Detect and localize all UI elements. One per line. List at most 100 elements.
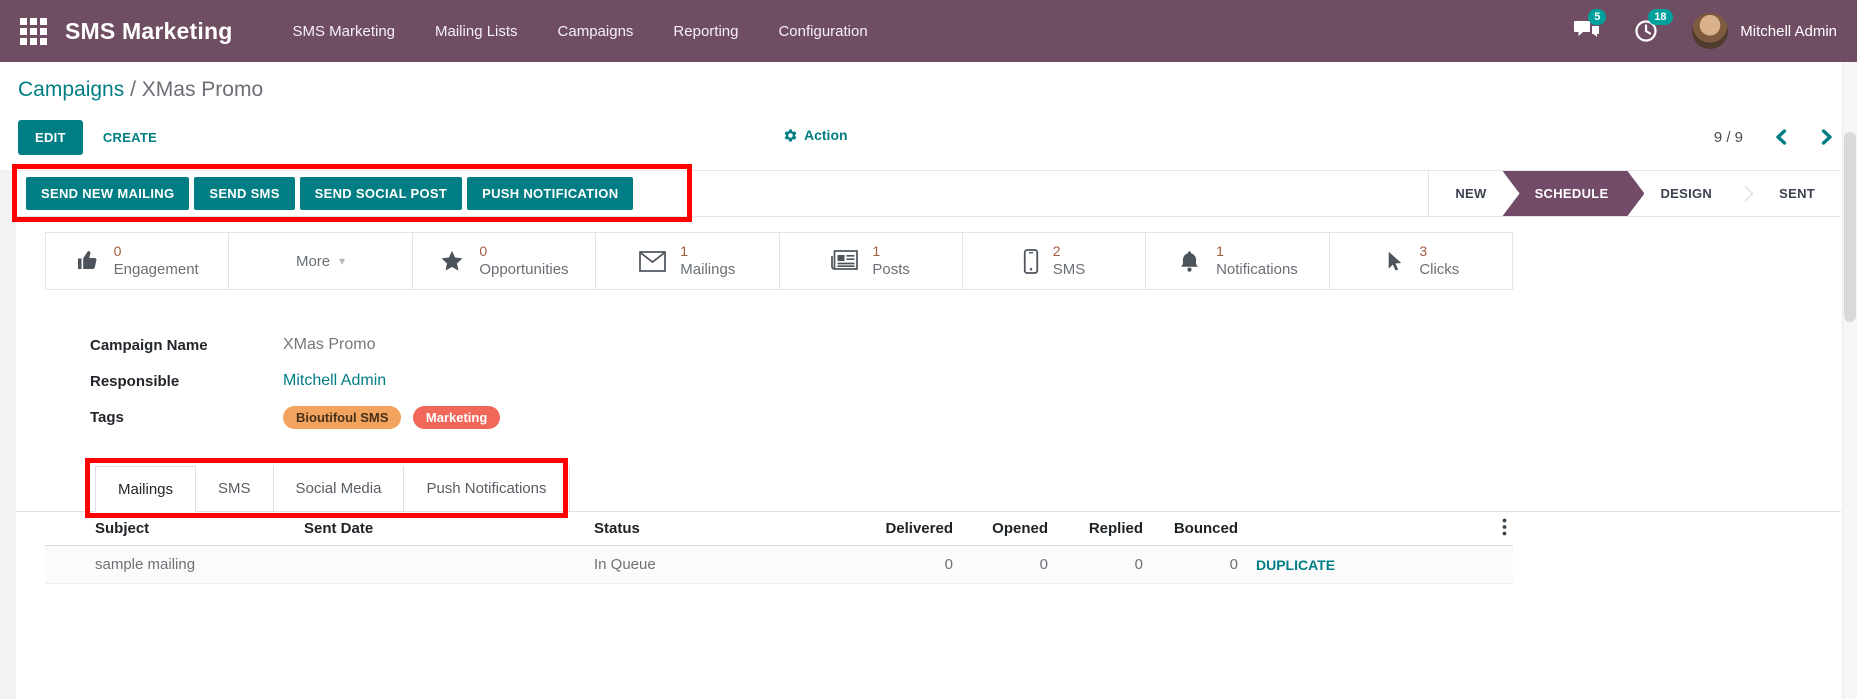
nav-item-mailing-lists[interactable]: Mailing Lists xyxy=(415,23,538,40)
more-label: More xyxy=(296,253,330,270)
stat-value: 0 xyxy=(479,242,568,260)
send-social-post-button[interactable]: SEND SOCIAL POST xyxy=(300,177,462,210)
table-row-sample-mailing[interactable]: sample mailing In Queue 0 0 0 0 DUPLICAT… xyxy=(45,546,1513,584)
stat-label: Engagement xyxy=(114,260,199,280)
tab-sms[interactable]: SMS xyxy=(196,466,274,512)
user-menu[interactable]: Mitchell Admin xyxy=(1692,13,1837,49)
nav-item-campaigns[interactable]: Campaigns xyxy=(538,23,654,40)
stat-label: Opportunities xyxy=(479,260,568,280)
action-label: Action xyxy=(804,127,848,143)
stat-button-row: 0Engagement More ▾ 0Opportunities 1Maili… xyxy=(45,232,1513,290)
cell-delivered: 0 xyxy=(820,556,957,573)
statusbar-action-buttons: SEND NEW MAILING SEND SMS SEND SOCIAL PO… xyxy=(16,177,633,210)
pager: 9 / 9 xyxy=(1714,128,1835,146)
responsible-value-link[interactable]: Mitchell Admin xyxy=(283,372,386,390)
send-sms-button[interactable]: SEND SMS xyxy=(194,177,294,210)
header-replied[interactable]: Replied xyxy=(1052,520,1147,537)
app-title[interactable]: SMS Marketing xyxy=(65,18,232,45)
optional-columns-icon[interactable] xyxy=(1400,518,1513,540)
activities-clock-icon[interactable]: 18 xyxy=(1634,19,1658,43)
stat-button-posts[interactable]: 1Posts xyxy=(780,233,963,289)
cell-subject: sample mailing xyxy=(45,556,300,573)
nav-item-sms-marketing[interactable]: SMS Marketing xyxy=(272,23,415,40)
stat-button-sms[interactable]: 2SMS xyxy=(963,233,1146,289)
tab-social-media[interactable]: Social Media xyxy=(274,466,405,512)
stat-button-mailings[interactable]: 1Mailings xyxy=(596,233,779,289)
thumbs-up-icon xyxy=(76,249,100,273)
statusbar: SEND NEW MAILING SEND SMS SEND SOCIAL PO… xyxy=(16,170,1841,217)
nav-item-reporting[interactable]: Reporting xyxy=(653,23,758,40)
chevron-down-icon: ▾ xyxy=(339,254,345,268)
field-responsible: Responsible Mitchell Admin xyxy=(90,372,386,390)
tag-bioutifoul-sms[interactable]: Bioutifoul SMS xyxy=(283,406,401,429)
stat-label: Mailings xyxy=(680,260,735,280)
systray: 5 18 Mitchell Admin xyxy=(1574,13,1837,49)
duplicate-button[interactable]: DUPLICATE xyxy=(1242,557,1400,573)
stage-design[interactable]: DESIGN xyxy=(1634,171,1738,216)
stat-label: Notifications xyxy=(1216,260,1298,280)
envelope-icon xyxy=(639,251,666,272)
create-button[interactable]: CREATE xyxy=(103,130,157,145)
stat-label: SMS xyxy=(1053,260,1086,280)
stat-button-opportunities[interactable]: 0Opportunities xyxy=(413,233,596,289)
push-notification-button[interactable]: PUSH NOTIFICATION xyxy=(467,177,633,210)
tags-label: Tags xyxy=(90,409,283,426)
star-icon xyxy=(439,249,465,274)
stage-schedule-active[interactable]: SCHEDULE xyxy=(1503,171,1645,216)
stage-pipeline: NEW SCHEDULE DESIGN SENT xyxy=(1428,171,1841,216)
bell-icon xyxy=(1177,249,1202,274)
header-opened[interactable]: Opened xyxy=(957,520,1052,537)
mailings-table: Subject Sent Date Status Delivered Opene… xyxy=(45,512,1513,584)
stat-value: 1 xyxy=(680,242,735,260)
campaign-name-value: XMas Promo xyxy=(283,336,375,354)
pager-count[interactable]: 9 / 9 xyxy=(1714,129,1743,146)
stat-button-engagement[interactable]: 0Engagement xyxy=(46,233,229,289)
cell-replied: 0 xyxy=(1052,556,1147,573)
tab-mailings[interactable]: Mailings xyxy=(95,466,196,512)
pager-previous-icon[interactable] xyxy=(1773,128,1789,146)
stat-value: 3 xyxy=(1419,242,1459,260)
stage-separator-icon xyxy=(1738,186,1754,202)
tag-marketing[interactable]: Marketing xyxy=(413,406,500,429)
header-sent-date[interactable]: Sent Date xyxy=(300,520,590,537)
activities-badge: 18 xyxy=(1648,9,1672,25)
avatar xyxy=(1692,13,1728,49)
stat-value: 1 xyxy=(872,242,910,260)
action-menu[interactable]: Action xyxy=(783,127,848,143)
send-new-mailing-button[interactable]: SEND NEW MAILING xyxy=(26,177,189,210)
header-status[interactable]: Status xyxy=(590,520,820,537)
nav-item-configuration[interactable]: Configuration xyxy=(758,23,887,40)
stat-value: 0 xyxy=(114,242,199,260)
tab-push-notifications[interactable]: Push Notifications xyxy=(404,466,569,512)
campaign-name-label: Campaign Name xyxy=(90,337,283,354)
control-panel: EDIT CREATE Action 9 / 9 xyxy=(18,119,1835,155)
header-subject[interactable]: Subject xyxy=(45,520,300,537)
stat-button-clicks[interactable]: 3Clicks xyxy=(1330,233,1512,289)
apps-grid-icon[interactable] xyxy=(20,18,47,45)
field-campaign-name: Campaign Name XMas Promo xyxy=(90,336,375,354)
header-bounced[interactable]: Bounced xyxy=(1147,520,1242,537)
stat-label: Posts xyxy=(872,260,910,280)
pager-next-icon[interactable] xyxy=(1819,128,1835,146)
page-margin-left xyxy=(0,170,16,699)
top-menu: SMS Marketing Mailing Lists Campaigns Re… xyxy=(272,23,887,40)
messages-icon[interactable]: 5 xyxy=(1574,19,1600,43)
stat-label: Clicks xyxy=(1419,260,1459,280)
stat-button-more[interactable]: More ▾ xyxy=(229,233,412,289)
sms-marketing-campaign-page: SMS Marketing SMS Marketing Mailing List… xyxy=(0,0,1857,699)
responsible-label: Responsible xyxy=(90,373,283,390)
edit-button[interactable]: EDIT xyxy=(18,120,83,155)
stage-new[interactable]: NEW xyxy=(1429,171,1512,216)
newspaper-icon xyxy=(831,250,858,272)
scrollbar[interactable] xyxy=(1842,62,1857,699)
stat-value: 2 xyxy=(1053,242,1086,260)
scrollbar-thumb[interactable] xyxy=(1844,132,1856,322)
cell-opened: 0 xyxy=(957,556,1052,573)
user-name: Mitchell Admin xyxy=(1740,23,1837,40)
stat-button-notifications[interactable]: 1Notifications xyxy=(1146,233,1329,289)
stage-sent[interactable]: SENT xyxy=(1753,171,1841,216)
header-delivered[interactable]: Delivered xyxy=(820,520,957,537)
breadcrumb-campaigns[interactable]: Campaigns xyxy=(18,78,124,101)
table-header-row: Subject Sent Date Status Delivered Opene… xyxy=(45,512,1513,546)
mobile-phone-icon xyxy=(1023,249,1039,274)
